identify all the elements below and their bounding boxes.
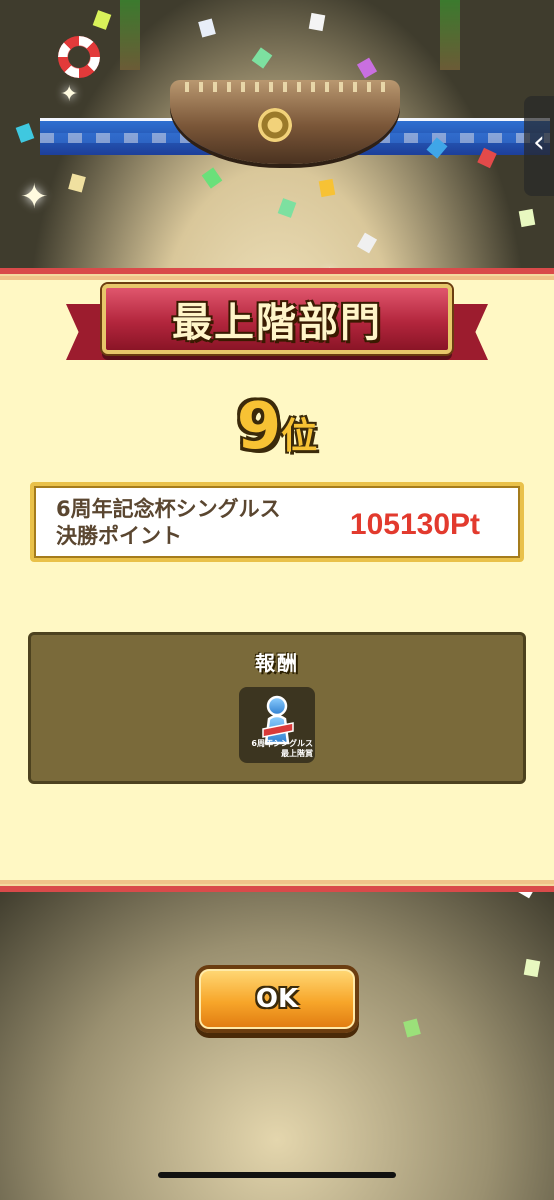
confetti (15, 123, 35, 143)
reward-title: 報酬 (255, 651, 299, 675)
reward-box: 報酬 6周年シングルス 最上階賞 (28, 632, 526, 784)
sparkle-icon: ✦ (60, 82, 79, 107)
confetti (277, 198, 297, 218)
confetti (201, 167, 223, 189)
rank-number: 9 (236, 390, 282, 464)
home-indicator[interactable] (158, 1172, 396, 1178)
ok-button[interactable]: OK (195, 965, 359, 1033)
palm-tree (120, 0, 140, 70)
confetti (251, 47, 273, 69)
confetti (92, 10, 112, 30)
airship-rail (185, 82, 385, 92)
ok-button-label: OK (255, 984, 299, 1014)
confetti (198, 18, 216, 38)
score-box: 6周年記念杯シングルス 決勝ポイント 105130Pt (30, 482, 524, 562)
confetti (523, 958, 541, 978)
side-menu-tab[interactable] (524, 96, 554, 196)
reward-caption-line2: 最上階賞 (281, 749, 313, 758)
rank-suffix: 位 (281, 416, 318, 457)
reward-caption: 6周年シングルス 最上階賞 (241, 739, 313, 759)
rank-display: 9位 (0, 392, 554, 462)
confetti (68, 173, 86, 193)
life-ring (58, 36, 100, 78)
confetti (518, 208, 536, 228)
reward-item[interactable]: 6周年シングルス 最上階賞 (239, 687, 315, 763)
confetti (318, 178, 336, 198)
banner-plate: 最上階部門 (102, 284, 452, 354)
category-title: 最上階部門 (172, 300, 382, 346)
confetti (356, 57, 378, 79)
confetti (308, 12, 326, 32)
confetti (356, 232, 378, 254)
sparkle-icon: ✦ (20, 177, 49, 217)
reward-caption-line1: 6周年シングルス (251, 739, 313, 748)
score-value: 105130Pt (349, 508, 480, 541)
category-banner: 最上階部門 (66, 284, 488, 364)
trophy-figure-icon (262, 695, 294, 745)
confetti (403, 1018, 421, 1038)
palm-tree (440, 0, 460, 70)
ship-wheel-icon (258, 108, 292, 142)
score-label: 6周年記念杯シングルス 決勝ポイント (56, 497, 281, 548)
